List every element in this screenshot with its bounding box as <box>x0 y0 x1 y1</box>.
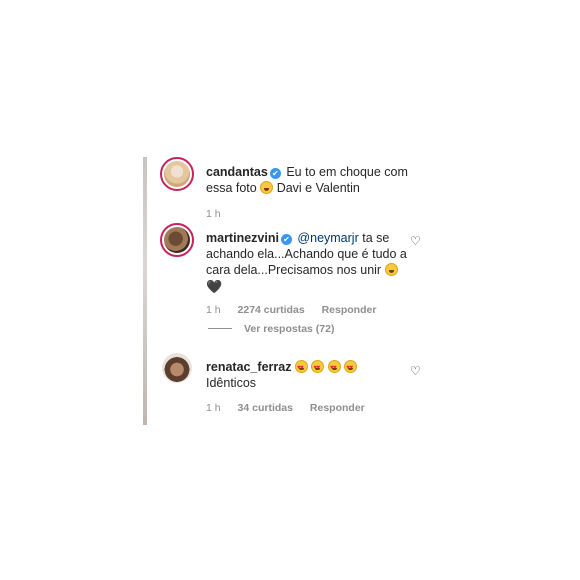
heart-eyes-emoji-icon <box>344 360 358 376</box>
mention-link[interactable]: @neymarjr <box>297 231 358 245</box>
verified-badge-icon: ✔ <box>280 234 292 245</box>
like-heart-icon[interactable]: ♡ <box>410 235 422 247</box>
comment-username[interactable]: martinezvini <box>206 231 279 245</box>
reply-button[interactable]: Responder <box>322 304 377 316</box>
laughing-face-emoji-icon <box>384 263 398 276</box>
avatar-image <box>164 227 190 253</box>
replies-divider <box>208 328 232 329</box>
likes-count[interactable]: 2274 curtidas <box>238 304 305 316</box>
laughing-face-emoji-icon <box>260 181 274 194</box>
avatar[interactable] <box>160 223 194 257</box>
heart-eyes-emoji-icon <box>327 360 341 376</box>
likes-count[interactable]: 34 curtidas <box>238 402 293 414</box>
comment-text: Idênticos <box>206 376 257 390</box>
comment-time[interactable]: 1 h <box>206 208 221 220</box>
comment-body: candantas ✔ Eu to em choque com essa foto… <box>206 164 416 196</box>
like-heart-icon[interactable]: ♡ <box>410 365 422 377</box>
heart-eyes-emoji-icon <box>294 360 308 376</box>
comment-username[interactable]: renatac_ferraz <box>206 360 291 374</box>
comment-body: renatac_ferraz Idênticos <box>206 359 416 391</box>
post-image-edge <box>143 157 147 425</box>
heart-eyes-emoji-icon <box>311 360 325 376</box>
comment-time[interactable]: 1 h <box>206 402 221 414</box>
comment-time[interactable]: 1 h <box>206 304 221 316</box>
black-heart-emoji-icon: 🖤 <box>206 279 223 294</box>
avatar[interactable] <box>160 157 194 191</box>
view-replies-label: Ver respostas (72) <box>244 323 335 335</box>
verified-badge-icon: ✔ <box>269 168 281 179</box>
comment-text-after: Davi e Valentin <box>276 181 360 195</box>
comment-meta: 1 h 34 curtidas Responder <box>206 402 379 414</box>
avatar[interactable] <box>162 353 192 383</box>
view-replies-button[interactable]: Ver respostas (72) <box>208 323 334 335</box>
avatar-image <box>164 161 190 187</box>
comment-body: martinezvini ✔ @neymarjr ta se achando el… <box>206 230 416 295</box>
comment-username[interactable]: candantas <box>206 165 268 179</box>
comment-meta: 1 h <box>206 208 235 220</box>
comment-meta: 1 h 2274 curtidas Responder <box>206 304 390 316</box>
avatar-image <box>162 353 192 383</box>
reply-button[interactable]: Responder <box>310 402 365 414</box>
